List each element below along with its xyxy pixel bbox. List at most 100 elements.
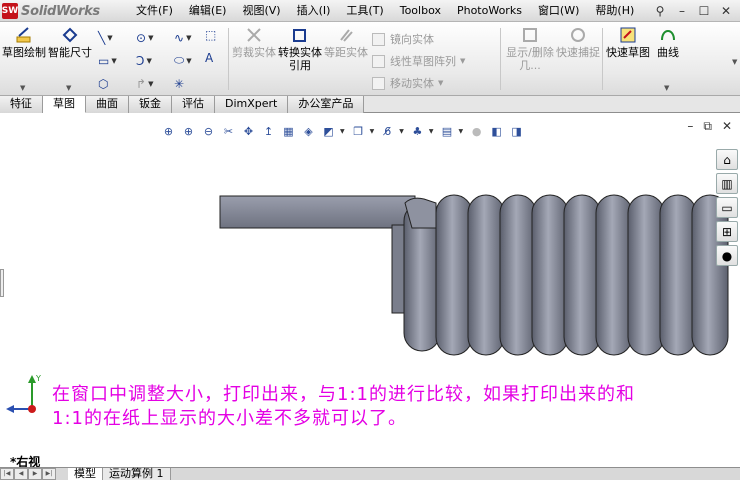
menu-file[interactable]: 文件(F) [128,0,181,22]
polygon-tool[interactable]: ⬡ [98,72,136,95]
text-tool[interactable]: A [205,51,213,65]
previous-tab-icon[interactable]: ◀ [14,467,28,480]
design-library-icon[interactable]: ▥ [716,173,738,194]
display-delete-relations-button[interactable]: 显示/删除几... [506,26,554,92]
tab-evaluate[interactable]: 评估 [172,96,215,113]
file-explorer-icon[interactable]: ▭ [716,197,738,218]
previous-view-icon[interactable]: ⊖ [200,123,217,140]
linear-pattern-button[interactable]: 线性草图阵列 ▼ [372,50,492,72]
spline-icon: ∿ [174,30,185,45]
curves-label: 曲线 [657,46,679,59]
sketch-edit-list: 镜向实体 线性草图阵列 ▼ 移动实体 ▼ [372,28,492,94]
menu-insert[interactable]: 插入(I) [289,0,339,22]
tab-features[interactable]: 特征 [0,96,43,113]
ellipse-icon: ⬭ [174,53,185,67]
edit-appearance-icon[interactable]: 6̸ [379,123,396,140]
zoom-to-area-icon[interactable]: ⊕ [180,123,197,140]
menu-window[interactable]: 窗口(W) [530,0,587,22]
grid-tool[interactable]: ⬚ [205,28,216,42]
smart-dimension-button[interactable]: 智能尺寸 [48,26,92,92]
sketch-dropdown-icon[interactable]: ▼ [20,84,25,92]
tab-model[interactable]: 模型 [68,467,103,480]
spring-coil [595,194,633,356]
quick-snaps-icon [571,28,585,42]
chevron-down-icon[interactable]: ▼ [370,128,375,135]
tab-office-products[interactable]: 办公室产品 [288,96,365,113]
offset-entities-button[interactable]: 等距实体 [324,26,368,92]
grid-icon: ⬚ [205,28,217,42]
line-tool[interactable]: ╲ ▼ [98,26,136,49]
graphics-area[interactable]: – ⧉ ✕ ⊕ ⊕ ⊖ ✂ ✥ ↥ ▦ ◈ ◩ ▼ ❐ ▼ 6̸ ▼ ♣ ▼ ▤ ▼ ● … [0,113,740,469]
arc-tool[interactable]: Ↄ ▼ [136,49,174,72]
shadows-icon[interactable]: ◧ [488,123,505,140]
pin-icon[interactable]: ⚲ [650,2,670,20]
convert-entities-icon [293,29,306,42]
arc-icon: Ↄ [136,53,145,68]
tab-sheet-metal[interactable]: 钣金 [129,96,172,113]
point-tool[interactable]: ✳ [174,72,212,95]
3d-drawing-view-icon[interactable]: ▦ [280,123,297,140]
chevron-down-icon[interactable]: ▼ [399,128,404,135]
convert-entities-button[interactable]: 转换实体引用 [278,26,322,92]
curves-button[interactable]: 曲线 [646,26,690,92]
move-entities-button[interactable]: 移动实体 ▼ [372,72,492,94]
menu-edit[interactable]: 编辑(E) [181,0,235,22]
pan-icon[interactable]: ✥ [240,123,257,140]
curves-dropdown-icon[interactable]: ▼ [664,84,669,92]
trim-entities-button[interactable]: 剪裁实体 [232,26,276,92]
mirror-entities-button[interactable]: 镜向实体 [372,28,492,50]
chevron-down-icon[interactable]: ▼ [459,128,464,135]
menu-tools[interactable]: 工具(T) [338,0,391,22]
tab-surfaces[interactable]: 曲面 [86,96,129,113]
rotate-icon[interactable]: ↥ [260,123,277,140]
hide-show-items-icon[interactable]: ❐ [350,123,367,140]
home-icon[interactable]: ⌂ [716,149,738,170]
appearances-icon[interactable]: ● [716,245,738,266]
minimize-button[interactable]: – [672,2,692,20]
spring-end-arm [219,195,416,229]
view-palette-icon[interactable]: ⊞ [716,221,738,242]
next-tab-icon[interactable]: ▶ [28,467,42,480]
restore-button[interactable]: ☐ [694,2,714,20]
rectangle-tool[interactable]: ▭ ▼ [98,49,136,72]
menu-toolbox[interactable]: Toolbox [392,0,449,22]
document-minimize-button[interactable]: – [687,119,693,134]
circle-icon: ⊙ [136,30,147,45]
rapid-sketch-button[interactable]: 快速草图 [606,26,650,92]
document-restore-button[interactable]: ⧉ [703,119,712,134]
perspective-icon[interactable]: ◨ [508,123,525,140]
feature-manager-handle[interactable] [0,269,4,297]
heads-up-view-toolbar: ⊕ ⊕ ⊖ ✂ ✥ ↥ ▦ ◈ ◩ ▼ ❐ ▼ 6̸ ▼ ♣ ▼ ▤ ▼ ● ◧ ◨ [160,123,525,140]
rectangle-icon: ▭ [98,53,110,68]
zoom-to-fit-icon[interactable]: ⊕ [160,123,177,140]
last-tab-icon[interactable]: ▶| [42,467,56,480]
menu-help[interactable]: 帮助(H) [587,0,642,22]
menu-view[interactable]: 视图(V) [234,0,288,22]
view-settings-icon[interactable]: ▤ [439,123,456,140]
sketch-button[interactable]: 草图绘制 [2,26,46,92]
dimension-dropdown-icon[interactable]: ▼ [66,84,71,92]
tab-dimxpert[interactable]: DimXpert [215,96,289,113]
realview-icon[interactable]: ● [468,123,485,140]
fillet-tool[interactable]: ↱ ▼ [136,72,174,95]
view-orientation-icon[interactable]: ◈ [300,123,317,140]
circle-tool[interactable]: ⊙ ▼ [136,26,174,49]
spring-coil [659,194,697,356]
chevron-down-icon[interactable]: ▼ [429,128,434,135]
rapid-sketch-label: 快速草图 [606,46,650,59]
app-logo[interactable]: SW SolidWorks [2,2,114,20]
chevron-down-icon[interactable]: ▼ [340,128,345,135]
display-delete-relations-label: 显示/删除几... [506,46,554,72]
app-name: SolidWorks [21,3,100,19]
tab-sketch[interactable]: 草图 [43,96,86,113]
ribbon-more-icon[interactable]: ▼ [732,58,737,66]
apply-scene-icon[interactable]: ♣ [409,123,426,140]
quick-snaps-button[interactable]: 快速捕捉 [556,26,600,92]
first-tab-icon[interactable]: |◀ [0,467,14,480]
section-view-icon[interactable]: ✂ [220,123,237,140]
document-close-button[interactable]: ✕ [722,119,732,134]
tab-motion-study-1[interactable]: 运动算例 1 [103,467,171,480]
close-button[interactable]: ✕ [716,2,736,20]
display-style-icon[interactable]: ◩ [320,123,337,140]
menu-photoworks[interactable]: PhotoWorks [449,0,530,22]
